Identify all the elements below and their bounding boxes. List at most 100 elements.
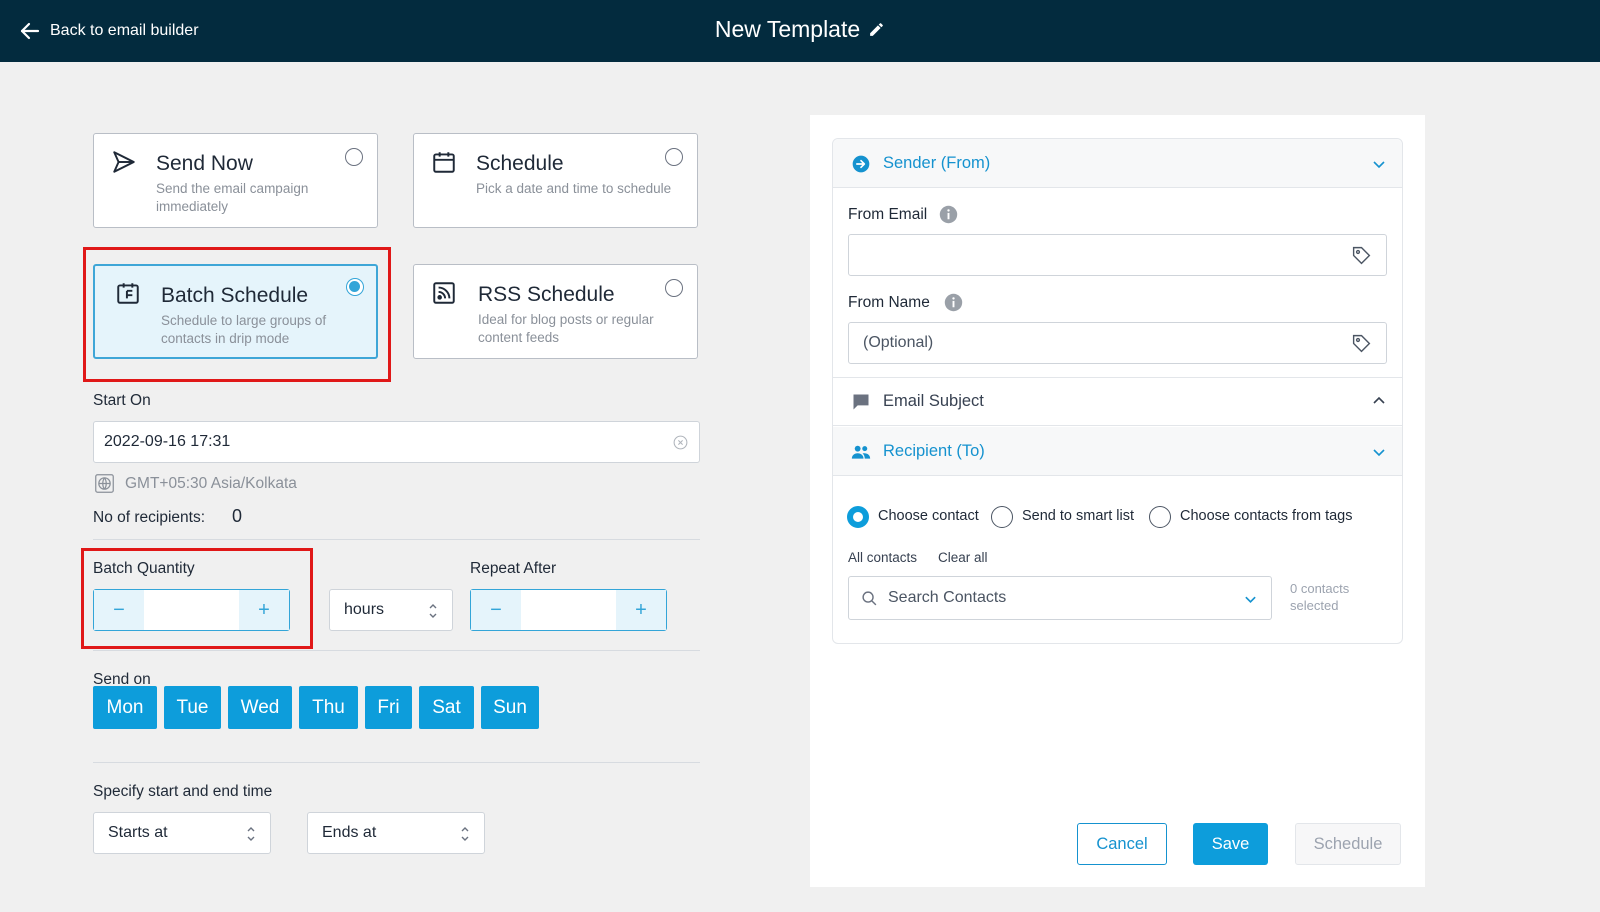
day-fri-button[interactable]: Fri <box>365 686 412 729</box>
day-mon-button[interactable]: Mon <box>93 686 157 729</box>
repeat-decrement-button[interactable]: − <box>471 590 521 630</box>
unit-select-value: hours <box>344 601 385 618</box>
arrow-circle-icon <box>852 155 870 173</box>
page-title-wrap: New Template <box>0 16 1600 43</box>
ends-at-select[interactable]: Ends at <box>307 812 485 854</box>
from-name-input[interactable]: (Optional) <box>848 322 1387 364</box>
recipient-accordion-header[interactable]: Recipient (To) <box>833 427 1402 476</box>
contacts-selected-count: 0 contacts <box>1290 581 1350 596</box>
search-contacts-placeholder: Search Contacts <box>888 589 1007 606</box>
from-name-placeholder: (Optional) <box>863 334 934 351</box>
cancel-button[interactable]: Cancel <box>1077 823 1167 865</box>
chevron-down-icon <box>1373 449 1385 457</box>
unit-select[interactable]: hours <box>329 589 453 631</box>
schedule-title: Schedule <box>476 152 564 175</box>
repeat-after-label: Repeat After <box>470 560 557 577</box>
repeat-after-field[interactable] <box>521 590 616 630</box>
schedule-radio[interactable] <box>665 148 683 166</box>
smart-list-label: Send to smart list <box>1022 508 1135 524</box>
tag-icon[interactable] <box>1351 245 1372 266</box>
schedule-button[interactable]: Schedule <box>1295 823 1401 865</box>
from-email-input[interactable] <box>848 234 1387 276</box>
send-now-option[interactable]: Send Now Send the email campaign immedia… <box>93 133 378 228</box>
top-bar: Back to email builder New Template <box>0 0 1600 62</box>
recipient-title: Recipient (To) <box>883 442 985 460</box>
schedule-option[interactable]: Schedule Pick a date and time to schedul… <box>413 133 698 228</box>
batch-decrement-button[interactable]: − <box>94 590 144 630</box>
rss-schedule-title: RSS Schedule <box>478 283 615 306</box>
divider <box>93 539 700 540</box>
rss-schedule-desc: Ideal for blog posts or regular content … <box>478 312 654 345</box>
timezone-text: GMT+05:30 Asia/Kolkata <box>125 475 297 492</box>
batch-schedule-option[interactable]: Batch Schedule Schedule to large groups … <box>93 264 378 359</box>
batch-quantity-stepper[interactable]: − + <box>93 589 290 631</box>
chevron-down-icon <box>1373 161 1385 169</box>
select-arrows-icon <box>461 827 469 841</box>
contacts-selected-text: selected <box>1290 598 1339 613</box>
chevron-up-icon <box>1373 396 1385 404</box>
smart-list-radio[interactable] <box>991 506 1013 528</box>
divider <box>93 650 700 651</box>
send-now-desc: Send the email campaign immediately <box>156 181 309 214</box>
batch-schedule-radio[interactable] <box>346 278 364 296</box>
all-contacts-link[interactable]: All contacts <box>848 550 917 565</box>
send-icon <box>113 151 135 173</box>
batch-calendar-icon <box>117 283 139 304</box>
users-icon <box>851 445 871 459</box>
send-now-radio[interactable] <box>345 148 363 166</box>
day-sat-button[interactable]: Sat <box>419 686 474 729</box>
sender-accordion-header[interactable]: Sender (From) <box>833 139 1402 188</box>
ends-at-value: Ends at <box>322 824 377 841</box>
day-thu-button[interactable]: Thu <box>299 686 358 729</box>
sender-title: Sender (From) <box>883 154 991 172</box>
day-tue-button[interactable]: Tue <box>164 686 221 729</box>
batch-increment-button[interactable]: + <box>239 590 289 630</box>
info-icon[interactable] <box>939 205 958 224</box>
divider <box>93 762 700 763</box>
calendar-icon <box>433 152 455 173</box>
start-on-input[interactable]: 2022-09-16 17:31 <box>93 421 700 463</box>
subject-accordion-header[interactable]: Email Subject <box>833 377 1402 426</box>
tag-icon[interactable] <box>1351 333 1372 354</box>
select-arrows-icon <box>429 604 437 618</box>
pencil-icon[interactable] <box>868 21 885 38</box>
clear-all-link[interactable]: Clear all <box>938 550 988 565</box>
start-on-label: Start On <box>93 392 151 409</box>
choose-contact-label: Choose contact <box>878 508 979 524</box>
save-button[interactable]: Save <box>1193 823 1268 865</box>
from-name-label: From Name <box>848 294 930 311</box>
page-title: New Template <box>714 16 861 42</box>
search-icon <box>862 591 877 606</box>
chevron-down-icon <box>1245 596 1256 604</box>
repeat-increment-button[interactable]: + <box>616 590 666 630</box>
day-sun-button[interactable]: Sun <box>481 686 539 729</box>
batch-quantity-field[interactable] <box>144 590 239 630</box>
from-email-label: From Email <box>848 206 928 223</box>
repeat-after-stepper[interactable]: − + <box>470 589 667 631</box>
choose-contact-radio[interactable] <box>847 506 869 528</box>
clear-icon[interactable] <box>672 434 689 451</box>
globe-icon <box>95 474 114 493</box>
recipients-count: 0 <box>232 506 243 526</box>
time-range-label: Specify start and end time <box>93 783 273 800</box>
recipients-label: No of recipients: <box>93 509 205 526</box>
contacts-from-tags-radio[interactable] <box>1149 506 1171 528</box>
rss-schedule-option[interactable]: RSS Schedule Ideal for blog posts or reg… <box>413 264 698 359</box>
search-contacts-select[interactable]: Search Contacts <box>848 576 1272 620</box>
start-on-value: 2022-09-16 17:31 <box>104 433 231 450</box>
batch-schedule-desc: Schedule to large groups of contacts in … <box>161 313 327 346</box>
rss-schedule-radio[interactable] <box>665 279 683 297</box>
batch-quantity-label: Batch Quantity <box>93 560 195 577</box>
send-now-title: Send Now <box>156 152 253 175</box>
schedule-desc: Pick a date and time to schedule <box>476 181 672 196</box>
rss-icon <box>433 282 455 304</box>
comment-icon <box>853 394 869 410</box>
info-icon[interactable] <box>944 293 963 312</box>
batch-schedule-title: Batch Schedule <box>161 284 309 307</box>
subject-title: Email Subject <box>883 392 984 410</box>
starts-at-value: Starts at <box>108 824 168 841</box>
day-wed-button[interactable]: Wed <box>228 686 292 729</box>
select-arrows-icon <box>247 827 255 841</box>
starts-at-select[interactable]: Starts at <box>93 812 271 854</box>
contacts-from-tags-label: Choose contacts from tags <box>1180 508 1353 524</box>
